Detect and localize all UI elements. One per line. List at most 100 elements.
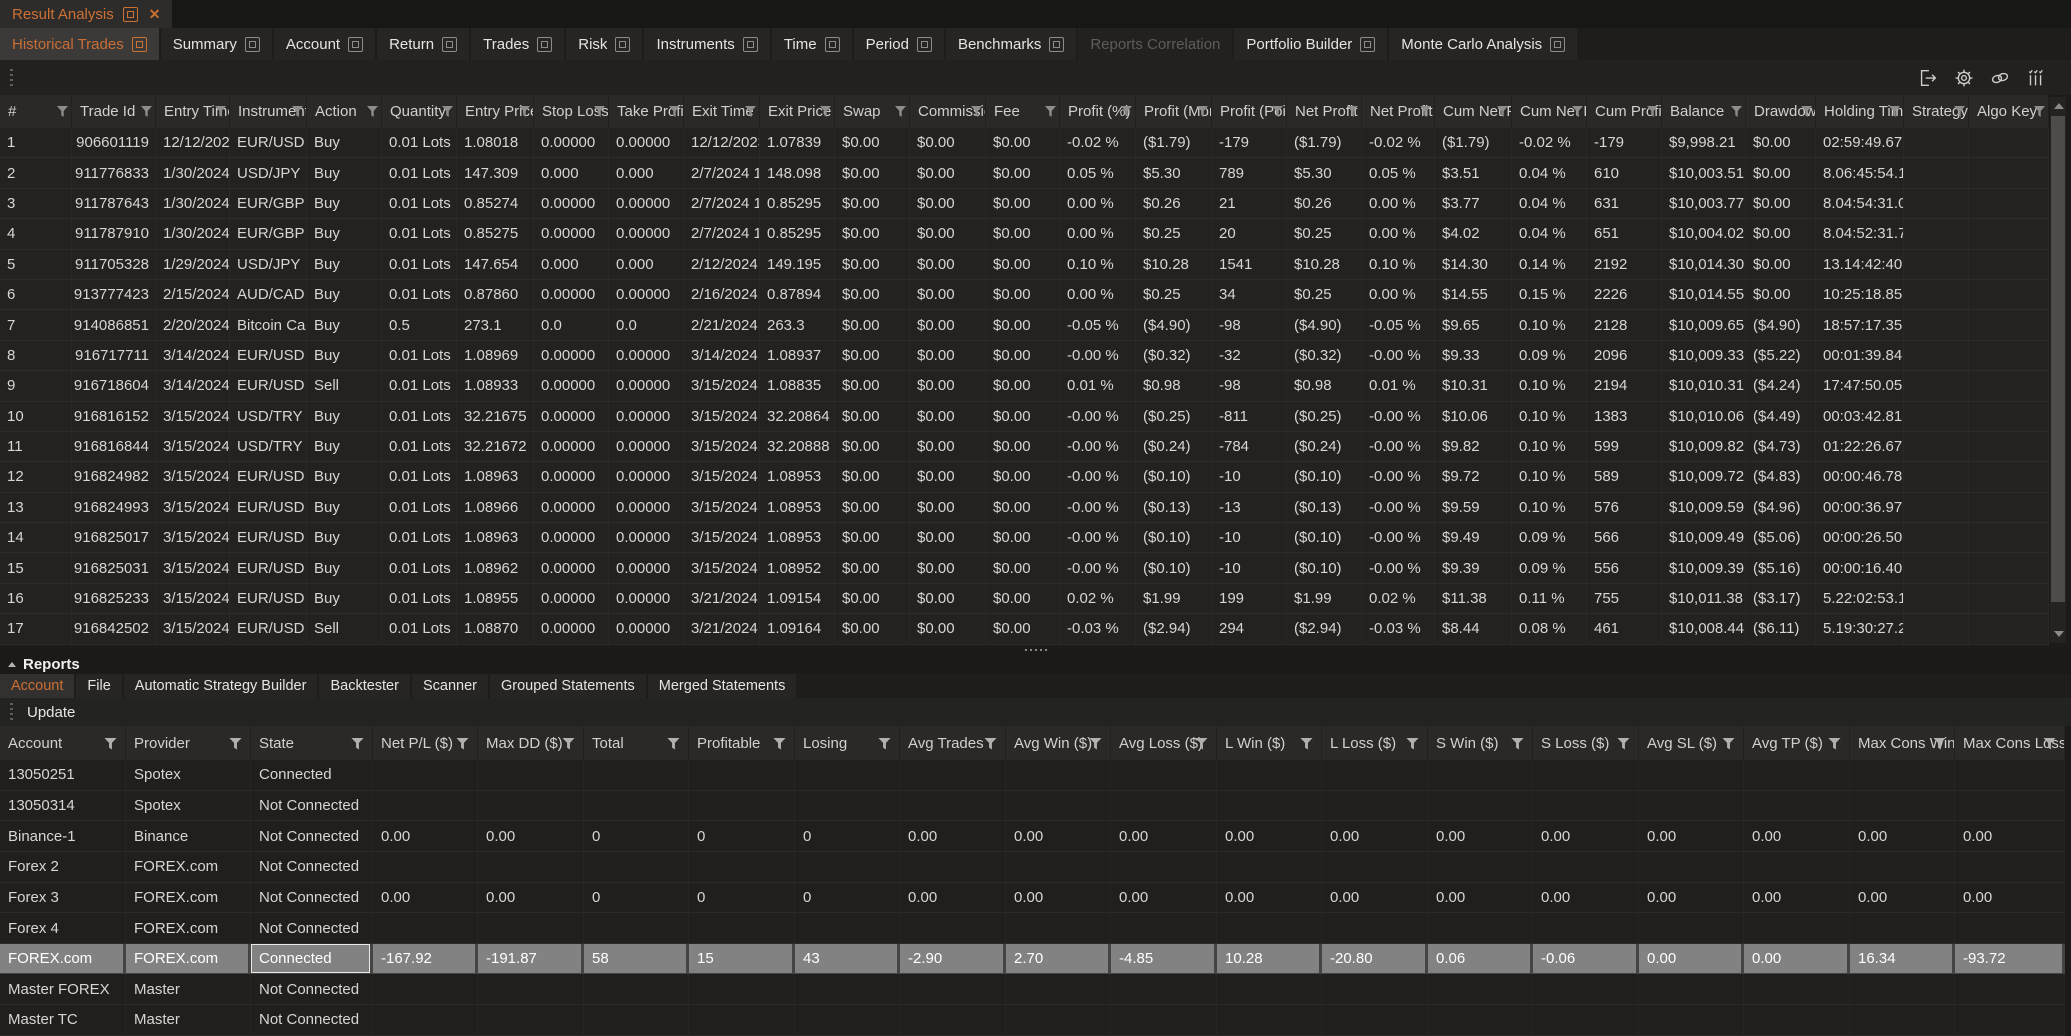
cell[interactable]: Master FOREX (0, 974, 126, 1005)
column-header-balance[interactable]: Balance (1662, 95, 1746, 128)
column-header-entry-price[interactable]: Entry Price (457, 95, 534, 128)
cell[interactable]: 1383 (1587, 402, 1662, 432)
cell[interactable]: $0.00 (835, 341, 910, 371)
cell[interactable]: ($5.16) (1746, 553, 1816, 583)
cell[interactable]: $10.28 (1287, 250, 1362, 280)
cell[interactable]: 916825017 (72, 523, 156, 553)
cell[interactable]: 21 (1212, 189, 1287, 219)
open-window-icon[interactable] (615, 37, 630, 52)
cell[interactable]: 0 (584, 821, 689, 852)
cell[interactable]: 916824993 (72, 493, 156, 523)
column-header-drawdown[interactable]: Drawdown (1746, 95, 1816, 128)
cell[interactable]: 1.08953 (760, 462, 835, 492)
cell[interactable]: 8.04:52:31.7 (1816, 219, 1904, 249)
close-icon[interactable]: ✕ (149, 6, 161, 23)
cell[interactable] (1006, 1005, 1111, 1036)
cell[interactable]: 461 (1587, 614, 1662, 644)
cell[interactable]: 0.00000 (609, 584, 684, 614)
cell[interactable]: ($4.24) (1746, 371, 1816, 401)
cell[interactable]: 0.00000 (609, 523, 684, 553)
table-row[interactable]: 49117879101/30/2024EUR/GBPBuy0.01 Lots0.… (0, 219, 2049, 249)
cell[interactable]: $0.00 (986, 189, 1060, 219)
cell[interactable]: 7 (0, 310, 72, 340)
cell[interactable]: 0 (795, 883, 900, 914)
cell[interactable]: 0.00 (1322, 821, 1428, 852)
cell[interactable]: 9 (0, 371, 72, 401)
cell[interactable]: $0.00 (986, 310, 1060, 340)
column-header-avg-trades[interactable]: Avg Trades (900, 726, 1006, 760)
cell[interactable]: 0.00 (478, 821, 584, 852)
cell[interactable]: $10.28 (1136, 250, 1212, 280)
cell[interactable]: 2/21/2024 (684, 310, 760, 340)
cell[interactable]: 0.00 (1006, 821, 1111, 852)
cell[interactable]: $10.31 (1435, 371, 1512, 401)
cell[interactable]: $0.00 (910, 189, 986, 219)
cell[interactable] (1533, 760, 1639, 791)
open-window-icon[interactable] (825, 37, 840, 52)
cell[interactable]: 2.70 (1006, 944, 1111, 975)
filter-funnel-icon[interactable] (773, 738, 786, 750)
cell[interactable]: Sell (307, 614, 382, 644)
cell[interactable]: ($3.17) (1746, 584, 1816, 614)
cell[interactable]: Buy (307, 402, 382, 432)
cell[interactable]: $0.00 (835, 128, 910, 158)
cell[interactable]: 0.04 % (1512, 219, 1587, 249)
cell[interactable]: 02:59:49.67 (1816, 128, 1904, 158)
cell[interactable]: 2/7/2024 1 (684, 219, 760, 249)
cell[interactable]: 0.09 % (1512, 553, 1587, 583)
cell[interactable]: 0.00000 (534, 128, 609, 158)
cell[interactable] (1969, 493, 2049, 523)
cell[interactable]: ($0.25) (1136, 402, 1212, 432)
column-header-max-dd[interactable]: Max DD ($) (478, 726, 584, 760)
cell[interactable]: 3/15/2024 (684, 432, 760, 462)
cell[interactable]: 0.00 (1639, 821, 1744, 852)
cell[interactable]: 3/15/2024 (156, 614, 230, 644)
column-header-take-profit[interactable]: Take Profit (609, 95, 684, 128)
cell[interactable]: ($0.10) (1136, 523, 1212, 553)
open-window-icon[interactable] (245, 37, 260, 52)
cell[interactable]: Buy (307, 493, 382, 523)
cell[interactable]: ($0.10) (1287, 523, 1362, 553)
cell[interactable]: 3/15/2024 (156, 584, 230, 614)
cell[interactable]: $0.00 (910, 310, 986, 340)
cell[interactable]: 0.00000 (534, 614, 609, 644)
cell[interactable] (689, 791, 795, 822)
cell[interactable]: 1.09154 (760, 584, 835, 614)
cell[interactable]: -0.00 % (1362, 462, 1435, 492)
cell[interactable]: 0.00000 (534, 523, 609, 553)
cell[interactable]: $10,009.65 (1662, 310, 1746, 340)
cell[interactable]: EUR/USD (230, 493, 307, 523)
cell[interactable]: 589 (1587, 462, 1662, 492)
cell[interactable]: 199 (1212, 584, 1287, 614)
cell[interactable]: $0.00 (986, 584, 1060, 614)
cell[interactable]: 0.02 % (1362, 584, 1435, 614)
cell[interactable]: 149.195 (760, 250, 835, 280)
cell[interactable] (795, 1005, 900, 1036)
cell[interactable]: -0.02 % (1060, 128, 1136, 158)
cell[interactable]: 3/15/2024 (684, 462, 760, 492)
cell[interactable] (1533, 791, 1639, 822)
cell[interactable]: $0.00 (835, 614, 910, 644)
cell[interactable]: 3/15/2024 (156, 402, 230, 432)
column-header-s-loss[interactable]: S Loss ($) (1533, 726, 1639, 760)
table-row[interactable]: Master FOREXMasterNot Connected (0, 974, 2065, 1005)
cell[interactable]: 0.00000 (534, 402, 609, 432)
cell[interactable] (1955, 760, 2065, 791)
cell[interactable]: 0.15 % (1512, 280, 1587, 310)
cell[interactable]: Forex 3 (0, 883, 126, 914)
filter-funnel-icon[interactable] (1617, 738, 1630, 750)
cell[interactable]: $0.00 (910, 250, 986, 280)
cell[interactable]: $0.00 (910, 219, 986, 249)
cell[interactable] (1322, 852, 1428, 883)
cell[interactable]: 0.00000 (609, 219, 684, 249)
cell[interactable]: 3/21/2024 (684, 614, 760, 644)
cell[interactable]: 15 (689, 944, 795, 975)
tab-summary[interactable]: Summary (161, 28, 272, 60)
cell[interactable]: 916825233 (72, 584, 156, 614)
table-row[interactable]: Binance-1BinanceNot Connected0.000.00000… (0, 821, 2065, 852)
cell[interactable]: 916717711 (72, 341, 156, 371)
cell[interactable]: 0.01 Lots (382, 493, 457, 523)
cell[interactable] (900, 974, 1006, 1005)
cell[interactable]: Buy (307, 341, 382, 371)
cell[interactable]: $0.00 (1746, 128, 1816, 158)
